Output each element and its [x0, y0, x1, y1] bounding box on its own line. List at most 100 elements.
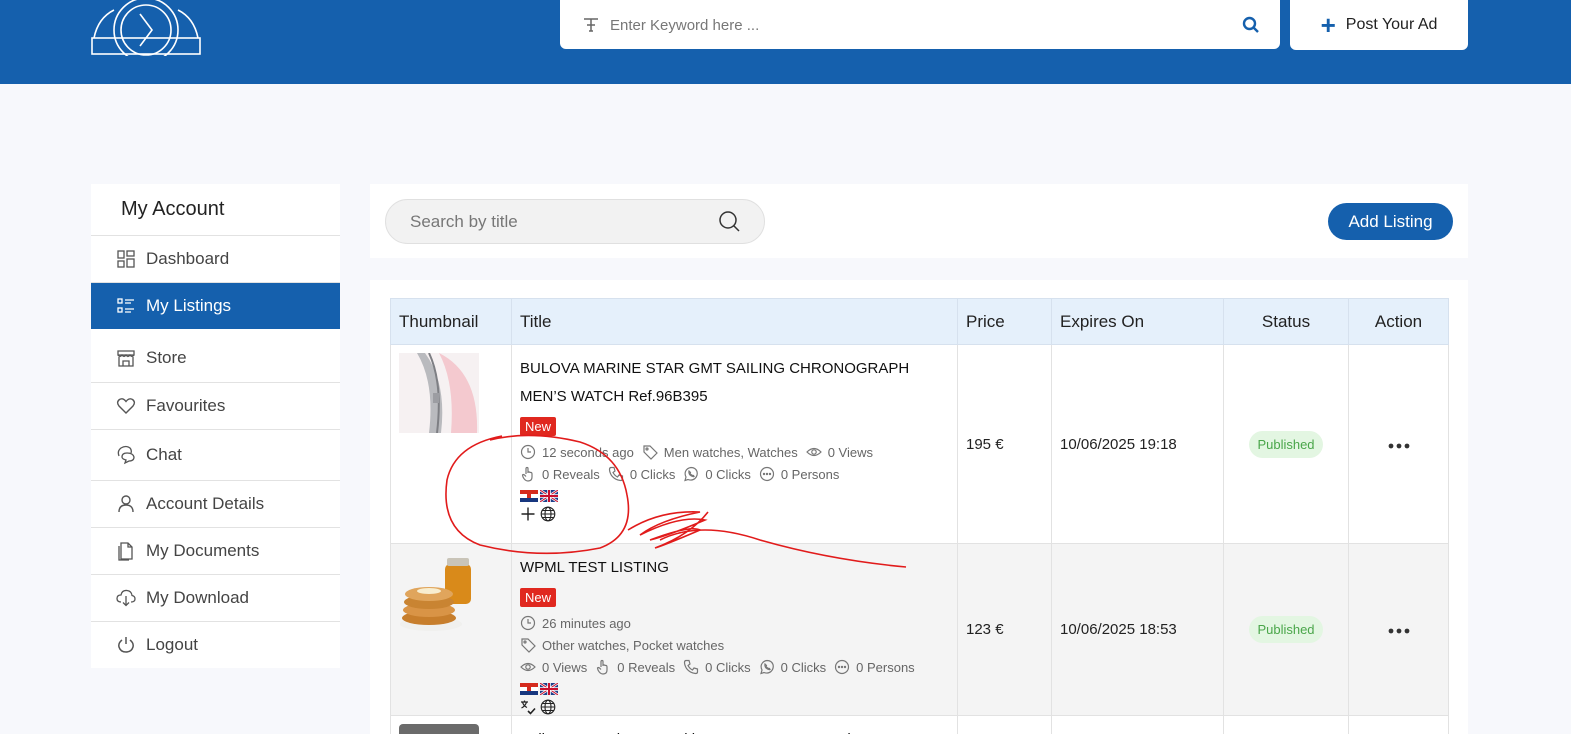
persons-count: 0 Persons: [856, 659, 915, 675]
sidebar-item-my-download[interactable]: My Download: [91, 575, 340, 622]
thumbnail-cell: [390, 344, 512, 544]
uk-flag-icon[interactable]: [540, 490, 558, 502]
magnifier-icon[interactable]: [718, 210, 742, 234]
sidebar-item-favourites[interactable]: Favourites: [91, 383, 340, 430]
title-search-input[interactable]: [410, 210, 700, 234]
eye-icon: [805, 447, 822, 457]
tag-icon: [521, 638, 536, 653]
listings-table-panel: Thumbnail Title Price Expires On Status …: [370, 280, 1468, 734]
sidebar-item-account-details[interactable]: Account Details: [91, 481, 340, 528]
action-cell: [1348, 344, 1449, 544]
posted-time: 12 seconds ago: [542, 444, 634, 460]
column-header-expires: Expires On: [1051, 298, 1224, 345]
status-badge: Published: [1249, 616, 1323, 643]
title-cell: Seiko Automatic Competition System Men's…: [511, 715, 958, 734]
croatia-flag-icon[interactable]: [520, 490, 538, 502]
sidebar-title: My Account: [91, 184, 340, 236]
clock-icon: [520, 615, 536, 631]
sidebar-item-label: My Documents: [146, 541, 260, 560]
translated-check-icon[interactable]: [520, 699, 536, 715]
clock-icon: [520, 444, 536, 460]
views-count: 0 Views: [827, 444, 873, 460]
title-cell: WPML TEST LISTING New 26 minutes ago Oth…: [511, 543, 958, 716]
power-icon: [118, 637, 134, 653]
sidebar-item-label: Chat: [146, 445, 182, 464]
whatsapp-icon: [759, 659, 774, 675]
expires-cell: [1051, 715, 1224, 734]
translation-actions: [520, 699, 957, 715]
sidebar-item-my-documents[interactable]: My Documents: [91, 528, 340, 575]
sidebar-item-chat[interactable]: Chat: [91, 430, 340, 481]
globe-icon[interactable]: [540, 699, 556, 715]
listings-toolbar: Add Listing: [370, 184, 1468, 258]
phone-icon: [684, 659, 699, 675]
column-header-status: Status: [1223, 298, 1349, 345]
sidebar-item-my-listings[interactable]: My Listings: [91, 283, 340, 329]
price-cell: 123 €: [957, 543, 1052, 716]
sidebar-item-dashboard[interactable]: Dashboard: [91, 236, 340, 283]
column-header-price: Price: [957, 298, 1052, 345]
site-header: + Post Your Ad: [0, 0, 1571, 84]
listing-title-link[interactable]: WPML TEST LISTING: [520, 554, 957, 582]
thumbnail-cell: [390, 715, 512, 734]
sidebar-item-label: My Download: [146, 588, 249, 607]
translation-actions: [520, 506, 957, 522]
dashboard-icon: [117, 250, 135, 268]
sidebar-item-label: Store: [146, 347, 187, 367]
add-translation-icon[interactable]: [520, 506, 536, 522]
list-icon: [117, 298, 134, 313]
plus-icon: +: [1320, 10, 1336, 40]
listing-title-link[interactable]: BULOVA MARINE STAR GMT SAILING CHRONOGRA…: [520, 355, 957, 411]
column-header-action: Action: [1348, 298, 1449, 345]
hand-pointer-icon: [521, 466, 533, 482]
posted-time: 26 minutes ago: [542, 615, 631, 631]
sidebar-item-logout[interactable]: Logout: [91, 622, 340, 668]
status-badge: Published: [1249, 430, 1323, 458]
watch-thumbnail-image[interactable]: [399, 352, 479, 434]
store-icon: [117, 349, 135, 367]
phone-clicks-count: 0 Clicks: [705, 659, 751, 675]
heart-icon: [116, 398, 136, 414]
croatia-flag-icon[interactable]: [520, 683, 538, 695]
post-your-ad-button[interactable]: + Post Your Ad: [1290, 0, 1468, 50]
listing-meta: 12 seconds ago Men watches, Watches 0 Vi…: [520, 444, 957, 482]
reveals-count: 0 Reveals: [542, 466, 600, 482]
new-badge: New: [520, 588, 557, 607]
listing-meta: 26 minutes ago Other watches, Pocket wat…: [520, 615, 957, 675]
hand-pointer-icon: [597, 659, 608, 675]
listings-table: Thumbnail Title Price Expires On Status …: [390, 298, 1449, 734]
status-cell: [1223, 715, 1349, 734]
listing-title-link[interactable]: Seiko Automatic Competition System Men's…: [520, 726, 957, 734]
table-row: Seiko Automatic Competition System Men's…: [390, 715, 1449, 734]
watch-logo-icon[interactable]: [90, 0, 202, 56]
keyword-search-input[interactable]: [610, 10, 1210, 40]
category-links[interactable]: Men watches, Watches: [664, 445, 798, 460]
reveals-count: 0 Reveals: [617, 659, 676, 675]
search-icon[interactable]: [1242, 16, 1260, 34]
thumbnail-image[interactable]: [399, 724, 479, 734]
keyword-search-bar: [560, 0, 1280, 49]
post-your-ad-label: Post Your Ad: [1345, 16, 1438, 33]
persons-count: 0 Persons: [780, 466, 840, 482]
chat-icon: [117, 445, 135, 465]
column-header-title: Title: [511, 298, 958, 345]
language-flags: [520, 490, 957, 502]
category-links[interactable]: Other watches, Pocket watches: [542, 638, 724, 653]
more-actions-icon[interactable]: [1388, 443, 1410, 449]
phone-clicks-count: 0 Clicks: [629, 466, 676, 482]
globe-icon[interactable]: [540, 506, 556, 522]
uk-flag-icon[interactable]: [540, 683, 558, 695]
sidebar-item-label: Favourites: [146, 396, 226, 415]
action-cell: [1348, 543, 1449, 716]
more-actions-icon[interactable]: [1388, 628, 1410, 634]
add-listing-button[interactable]: Add Listing: [1328, 203, 1453, 240]
pancake-thumbnail-image[interactable]: [399, 552, 479, 632]
expires-cell: 10/06/2025 18:53: [1051, 543, 1224, 716]
whatsapp-clicks-count: 0 Clicks: [705, 466, 751, 482]
title-cell: BULOVA MARINE STAR GMT SAILING CHRONOGRA…: [511, 344, 958, 544]
action-cell: [1348, 715, 1449, 734]
table-row: WPML TEST LISTING New 26 minutes ago Oth…: [390, 543, 1449, 716]
filter-icon[interactable]: [582, 16, 600, 34]
sidebar-item-store[interactable]: Store: [91, 333, 340, 383]
chat-bubble-icon: [835, 659, 850, 675]
